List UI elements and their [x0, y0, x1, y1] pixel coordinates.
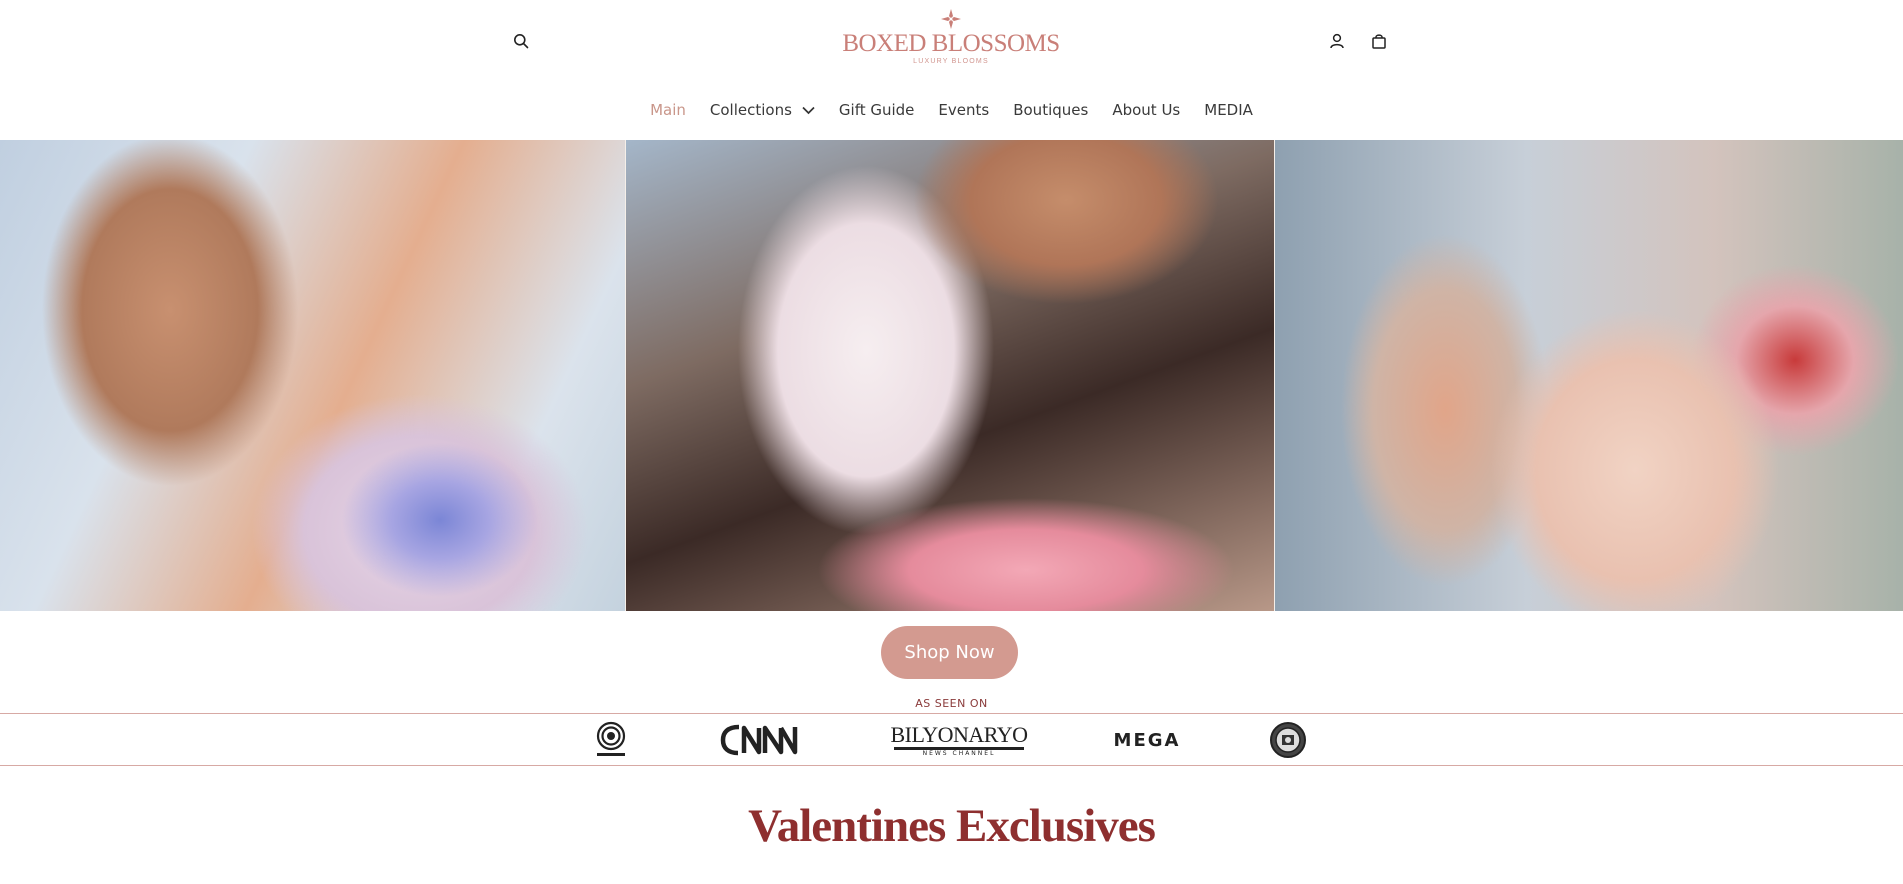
account-button[interactable] [1324, 28, 1350, 54]
section-title: Valentines Exclusives [748, 800, 1156, 852]
hero-image-red-bouquet [1274, 140, 1903, 611]
nav-item-boutiques[interactable]: Boutiques [1013, 101, 1088, 119]
bilyonaryo-logo: BILYONARYO NEWS CHANNEL [890, 721, 1028, 757]
hero-image-blue-bouquet [0, 140, 626, 611]
shop-now-button[interactable]: Shop Now [881, 626, 1018, 679]
nav-item-main[interactable]: Main [650, 101, 686, 119]
user-icon [1330, 33, 1344, 49]
abs-cbn-logo [592, 720, 630, 760]
logo-tagline: LUXURY BLOOMS [913, 58, 989, 65]
nav-item-media[interactable]: MEDIA [1204, 101, 1253, 119]
nav-item-about-us[interactable]: About Us [1112, 101, 1180, 119]
flower-logo-icon [941, 9, 961, 29]
logo-wordmark: BOXED BLOSSOMS [842, 30, 1060, 57]
nav-item-label: Collections [709, 101, 792, 119]
cart-button[interactable] [1366, 28, 1392, 54]
shopping-bag-icon [1372, 34, 1386, 49]
as-seen-on-label: AS SEEN ON [915, 697, 988, 710]
chevron-down-icon [802, 106, 815, 114]
cnn-logo [719, 720, 801, 760]
hero-banner [0, 140, 1903, 611]
site-header: BOXED BLOSSOMS LUXURY BLOOMS Main Collec… [0, 0, 1903, 140]
nav-item-events[interactable]: Events [938, 101, 989, 119]
mega-logo: MEGA [1113, 729, 1181, 751]
hero-image-hug [626, 140, 1274, 611]
main-nav: Main Collections Gift Guide Events Bouti… [0, 96, 1903, 124]
search-button[interactable] [508, 28, 534, 54]
search-icon [514, 34, 529, 49]
seal-logo [1268, 720, 1308, 760]
site-logo[interactable]: BOXED BLOSSOMS LUXURY BLOOMS [840, 8, 1062, 70]
nav-item-collections[interactable]: Collections [710, 101, 815, 119]
press-logos-bar: BILYONARYO NEWS CHANNEL MEGA [0, 713, 1903, 766]
nav-item-gift-guide[interactable]: Gift Guide [839, 101, 915, 119]
